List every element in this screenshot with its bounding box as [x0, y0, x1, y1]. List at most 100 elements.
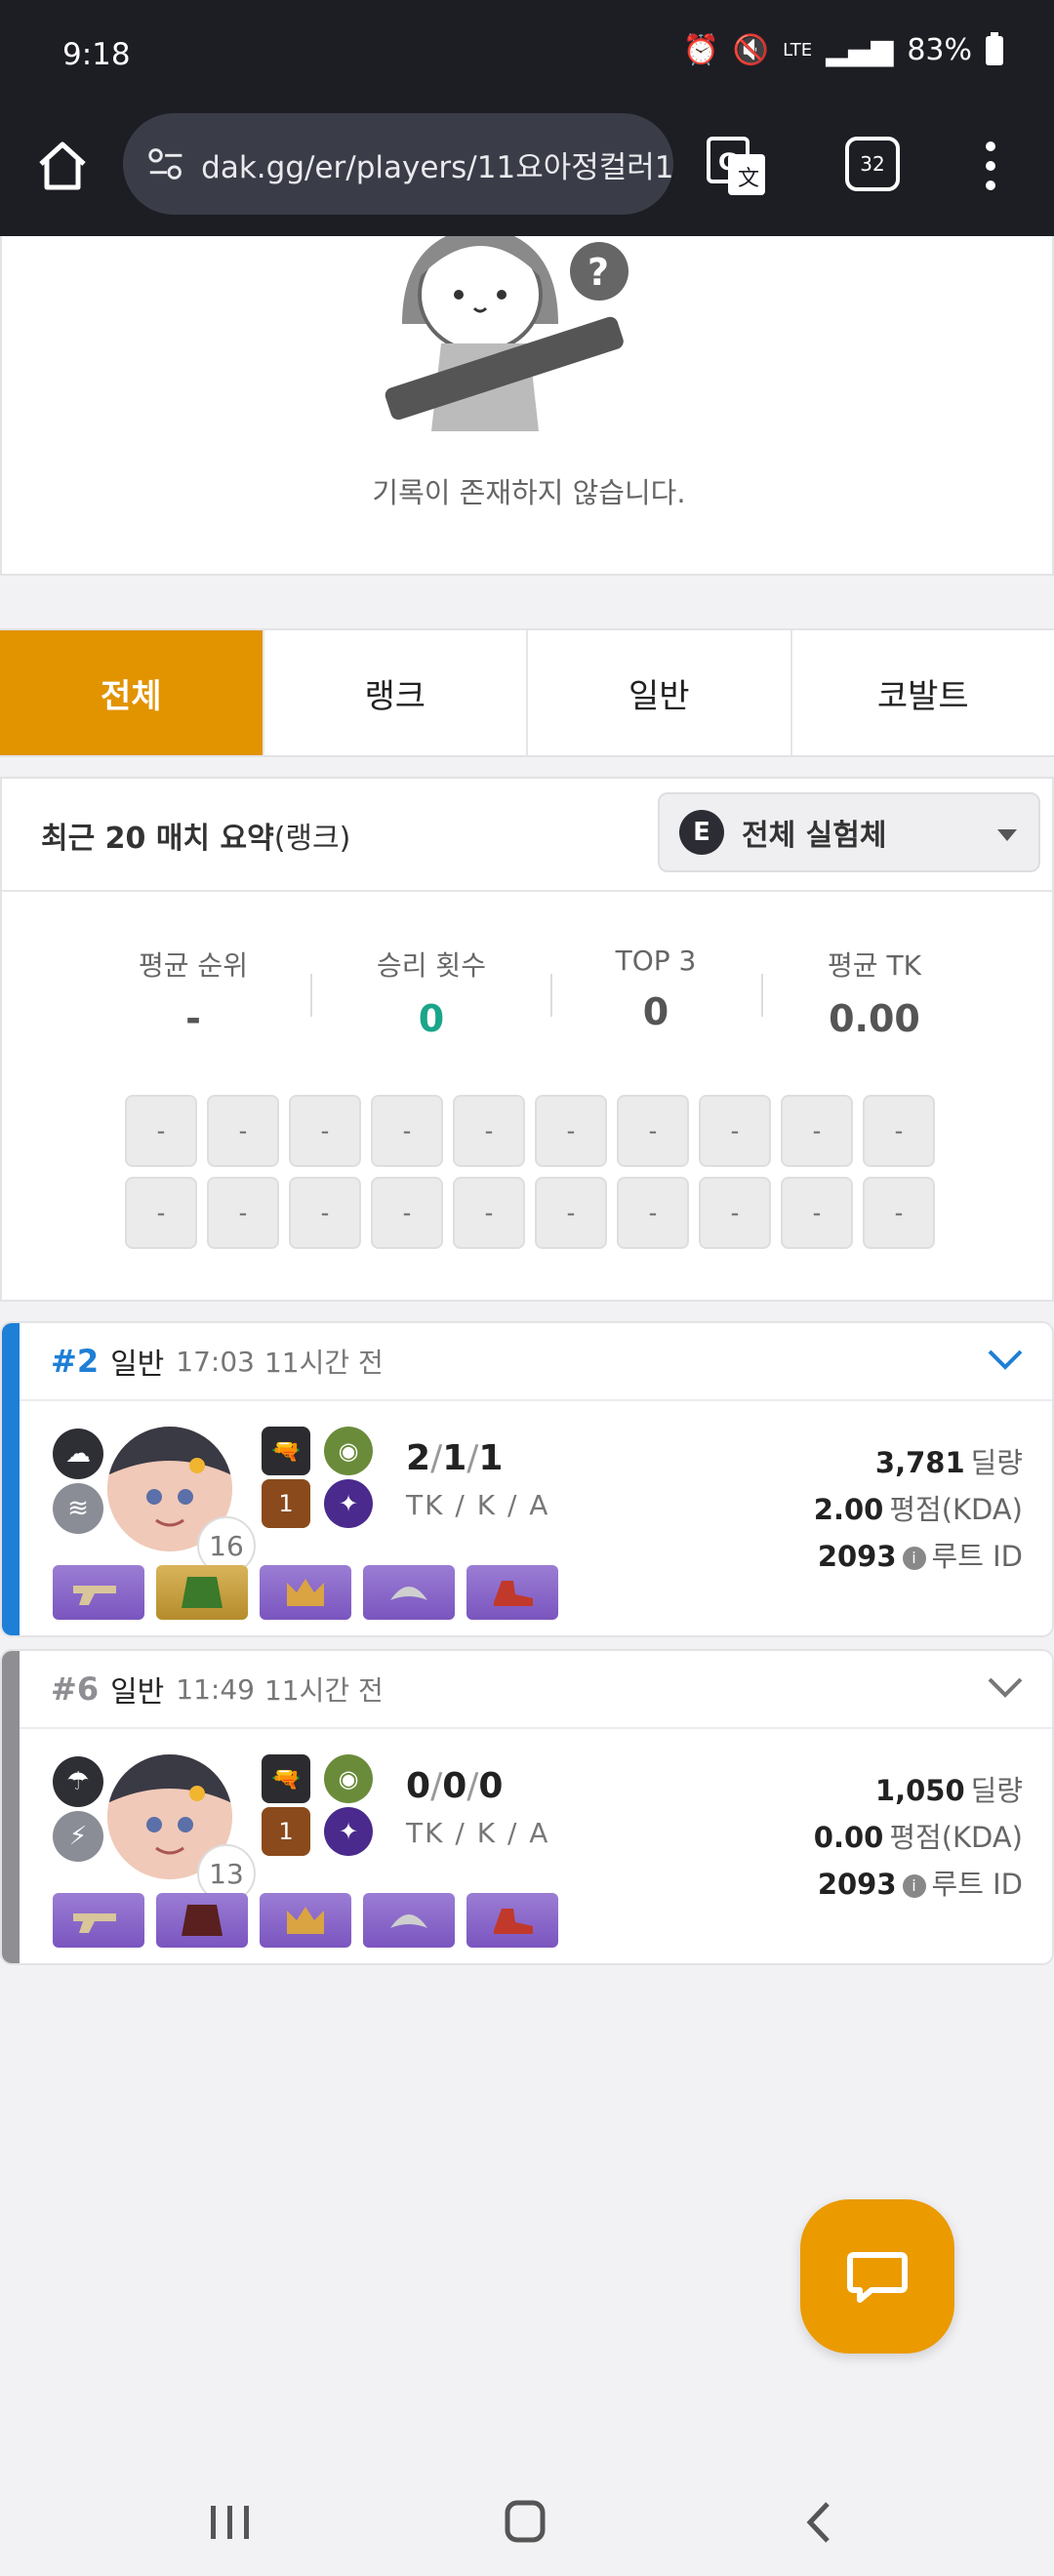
eternal-return-logo-icon: E [679, 810, 724, 855]
stat-label: 평균 순위 [139, 949, 248, 982]
match-rank: #2 [51, 1343, 100, 1380]
match-card[interactable]: #2 일반 17:03 11시간 전 ☁ ≋ 16 🔫 ◉ 1 ✦ 2/1/1 … [0, 1321, 1054, 1637]
status-icons: ⏰ 🔇 LTE ▂▄▆ 83% [682, 31, 1003, 67]
item-build [53, 1565, 558, 1620]
route-id-label: 루트 ID [931, 1540, 1023, 1573]
sub-trait-icon: ✦ [324, 1479, 373, 1528]
recent-rank-cell: - [863, 1095, 935, 1167]
translate-icon[interactable]: G 文 [705, 135, 769, 199]
recent-rank-cell: - [371, 1095, 443, 1167]
weapon-pistol-icon: 🔫 [262, 1754, 310, 1803]
signal-icon: ▂▄▆ [826, 33, 894, 67]
info-icon[interactable]: i [902, 1547, 926, 1570]
character-filter-label: 전체 실험체 [742, 819, 887, 853]
home-nav-icon[interactable] [496, 2498, 554, 2547]
browser-toolbar: dak.gg/er/players/11요아정컬러11 G 文 32 [0, 107, 1054, 236]
summary-title-suffix: (랭크) [273, 822, 351, 856]
storm-weather-icon: ⚡ [53, 1811, 103, 1862]
tab-switcher-button[interactable]: 32 [845, 137, 900, 191]
tab-cobalt[interactable]: 코발트 [792, 630, 1054, 755]
stat-label: TOP 3 [615, 945, 697, 977]
recent-rank-cell: - [453, 1095, 525, 1167]
cloud-weather-icon: ☁ [53, 1429, 103, 1479]
route-id-label: 루트 ID [931, 1868, 1023, 1901]
character-filter-dropdown[interactable]: E 전체 실험체 [658, 792, 1040, 872]
stat-avg-rank: 평균 순위 - [96, 945, 291, 1040]
stat-value: 0.00 [829, 997, 920, 1040]
match-mode: 일반 [110, 1675, 165, 1710]
recent-rank-cell: - [453, 1177, 525, 1249]
kda-score-value: 0.00 [813, 1821, 884, 1854]
leg-item-icon [466, 1565, 558, 1620]
home-icon[interactable] [31, 135, 94, 197]
stat-top3: TOP 3 0 [558, 945, 753, 1033]
system-nav-bar [0, 2467, 1054, 2576]
tab-all[interactable]: 전체 [0, 630, 264, 755]
tactical-skill-icon: 1 [262, 1807, 310, 1856]
match-time: 17:03 [176, 1345, 255, 1378]
recent-apps-icon[interactable] [201, 2498, 260, 2547]
kda-tk: 0 [406, 1766, 431, 1806]
recent-rank-cell: - [535, 1095, 607, 1167]
url-bar[interactable]: dak.gg/er/players/11요아정컬러11 [123, 113, 673, 215]
empty-message: 기록이 존재하지 않습니다. [372, 476, 686, 509]
kda-score-value: 2.00 [813, 1493, 884, 1526]
stat-avg-tk: 평균 TK 0.00 [777, 945, 972, 1040]
site-settings-icon[interactable] [144, 141, 187, 186]
svg-text:G: G [718, 148, 738, 176]
tab-normal[interactable]: 일반 [528, 630, 792, 755]
chat-button[interactable] [800, 2199, 954, 2354]
chevron-down-icon [997, 829, 1017, 841]
recent-rank-cell: - [289, 1177, 361, 1249]
recent-rank-cell: - [371, 1177, 443, 1249]
url-text: dak.gg/er/players/11요아정컬러11 [201, 149, 673, 185]
damage-label: 딜량 [970, 1774, 1023, 1807]
expand-chevron-icon[interactable] [988, 1676, 1023, 1698]
route-id-value: 2093 [817, 1540, 897, 1573]
mute-icon: 🔇 [732, 33, 770, 67]
kda-score-label: 평점(KDA) [889, 1493, 1023, 1526]
stat-value: - [185, 997, 201, 1040]
chest-item-icon [156, 1565, 248, 1620]
stat-divider [550, 974, 552, 1017]
recent-rank-grid: -------------------- [125, 1095, 935, 1249]
damage-value: 1,050 [874, 1774, 965, 1807]
kda-label: TK / K / A [406, 1817, 550, 1849]
recent-rank-cell: - [781, 1177, 853, 1249]
info-icon[interactable]: i [902, 1874, 926, 1898]
sub-trait-icon: ✦ [324, 1807, 373, 1856]
damage-value: 3,781 [874, 1446, 965, 1479]
alarm-icon: ⏰ [682, 33, 719, 67]
recent-rank-cell: - [617, 1095, 689, 1167]
kda-score-label: 평점(KDA) [889, 1821, 1023, 1854]
more-menu-icon[interactable] [976, 137, 1005, 195]
kda-k: 0 [442, 1766, 467, 1806]
recent-rank-cell: - [125, 1177, 197, 1249]
recent-rank-cell: - [289, 1095, 361, 1167]
weapon-pistol-icon: 🔫 [262, 1427, 310, 1475]
match-card[interactable]: #6 일반 11:49 11시간 전 ☂ ⚡ 13 🔫 ◉ 1 ✦ 0/0/0 … [0, 1649, 1054, 1965]
expand-chevron-icon[interactable] [988, 1348, 1023, 1370]
tab-rank[interactable]: 랭크 [264, 630, 528, 755]
summary-title: 최근 20 매치 요약(랭크) [41, 814, 350, 857]
match-right-stats: 3,781 딜량 2.00 평점(KDA) 2093 i 루트 ID [814, 1440, 1023, 1581]
kda-label: TK / K / A [406, 1489, 550, 1521]
chest-item-icon [156, 1893, 248, 1948]
stat-divider [761, 974, 763, 1017]
empty-mascot-illustration: ? [385, 236, 628, 431]
battery-percent: 83% [907, 33, 972, 67]
trait-icon: ◉ [324, 1427, 373, 1475]
leg-item-icon [466, 1893, 558, 1948]
back-nav-icon[interactable] [790, 2498, 849, 2547]
arm-item-icon [363, 1893, 455, 1948]
kda-numbers: 0/0/0 [406, 1766, 504, 1806]
damage-label: 딜량 [970, 1446, 1023, 1479]
stat-label: 평균 TK [828, 949, 921, 982]
recent-rank-cell: - [699, 1095, 771, 1167]
summary-title-main: 최근 20 매치 요약 [41, 822, 274, 856]
recent-rank-cell: - [207, 1095, 279, 1167]
match-mode: 일반 [110, 1348, 165, 1382]
match-result-stripe [2, 1651, 20, 1963]
empty-record-card: ? 기록이 존재하지 않습니다. [0, 236, 1054, 576]
svg-text:?: ? [588, 251, 609, 294]
